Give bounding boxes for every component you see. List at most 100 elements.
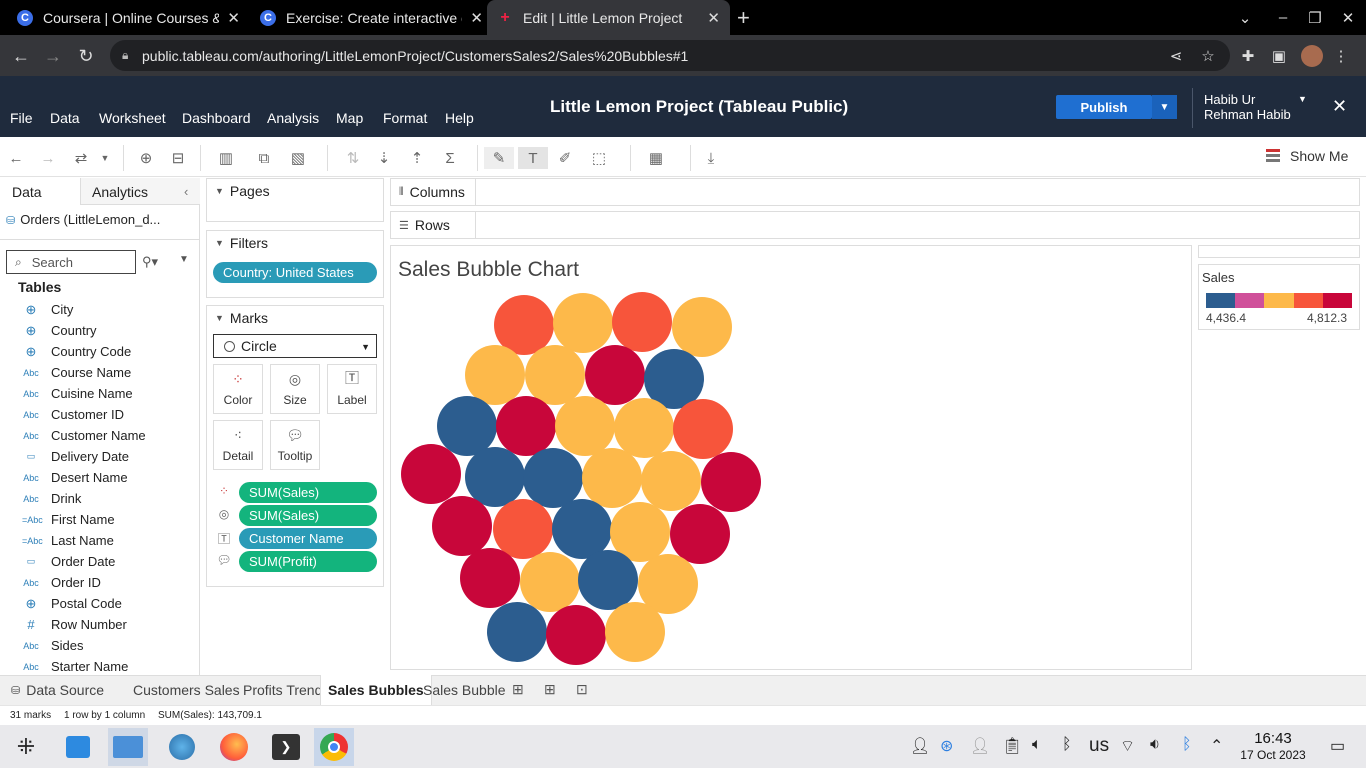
wifi-icon[interactable]: ⌔ [1120, 736, 1135, 756]
bubble-chart[interactable] [390, 280, 770, 670]
tab-analytics[interactable]: Analytics [92, 184, 148, 200]
tab-search-icon[interactable]: ⌄ [1227, 0, 1263, 35]
undo-icon[interactable]: ← [5, 147, 27, 169]
bubble-mark[interactable] [465, 345, 525, 405]
menu-map[interactable]: Map [336, 110, 363, 126]
browser-globe-icon[interactable] [162, 728, 202, 766]
field-item[interactable]: ▭ Delivery Date [0, 446, 200, 467]
menu-dashboard[interactable]: Dashboard [182, 110, 251, 126]
close-tab-icon[interactable]: ✕ [227, 9, 240, 27]
show-me-button[interactable]: Show Me [1266, 148, 1348, 164]
tab-data[interactable]: Data [12, 184, 42, 200]
show-desktop-icon[interactable]: ▭ [1330, 736, 1345, 756]
new-tab-icon[interactable]: + [737, 5, 750, 31]
bubble-mark[interactable] [641, 451, 701, 511]
app-launcher-icon[interactable]: ⁜ [6, 728, 46, 766]
bluetooth-icon[interactable]: ᛒ [1062, 736, 1072, 754]
bubble-mark[interactable] [701, 452, 761, 512]
user-name[interactable]: Habib Ur Rehman Habib [1204, 92, 1299, 122]
field-item[interactable]: Abc Customer Name [0, 425, 200, 446]
color-button[interactable]: ⁘ Color [213, 364, 263, 414]
new-worksheet-icon[interactable]: ▥ [215, 147, 237, 169]
close-tab-icon[interactable]: ✕ [707, 9, 720, 27]
detail-button[interactable]: ⁖ Detail [213, 420, 263, 470]
clock[interactable]: 16:43 17 Oct 2023 [1238, 731, 1308, 763]
redo-icon[interactable]: → [37, 147, 59, 169]
highlight-icon[interactable]: ✎ [484, 147, 514, 169]
field-item[interactable]: Abc Cuisine Name [0, 383, 200, 404]
bubble-mark[interactable] [494, 295, 554, 355]
sort-ascending-icon[interactable]: ⇣ [373, 147, 395, 169]
minimize-icon[interactable]: – [1265, 0, 1301, 35]
bubble-mark[interactable] [493, 499, 553, 559]
bubble-mark[interactable] [437, 396, 497, 456]
field-item[interactable]: =Abc First Name [0, 509, 200, 530]
bubble-mark[interactable] [582, 448, 642, 508]
user-dropdown-icon[interactable]: ▼ [1298, 94, 1307, 104]
size-button[interactable]: ◎ Size [270, 364, 320, 414]
show-labels-icon[interactable]: T [518, 147, 548, 169]
people-icon[interactable]: 👤︎ [970, 736, 990, 756]
bookmark-star-icon[interactable]: ☆ [1197, 45, 1219, 67]
swap-rows-columns-icon[interactable]: ⇅ [342, 147, 364, 169]
filter-pill-country[interactable]: Country: United States [213, 262, 377, 283]
mark-pill-tooltip-profit[interactable]: SUM(Profit) [239, 551, 377, 572]
close-window-icon[interactable]: ✕ [1330, 0, 1366, 35]
tooltip-button[interactable]: 💬︎ Tooltip [270, 420, 320, 470]
replay-icon[interactable]: ⇄ [70, 147, 92, 169]
menu-worksheet[interactable]: Worksheet [99, 110, 166, 126]
terminal-icon[interactable]: ❯ [266, 728, 306, 766]
chrome-icon[interactable] [314, 728, 354, 766]
bubble-mark[interactable] [487, 602, 547, 662]
publish-button[interactable]: Publish [1056, 95, 1152, 119]
field-item[interactable]: Abc Desert Name [0, 467, 200, 488]
bubble-mark[interactable] [614, 398, 674, 458]
sheet-tab-sales-bubbles[interactable]: Sales Bubbles [320, 675, 432, 705]
bubble-mark[interactable] [460, 548, 520, 608]
rows-shelf[interactable]: ☰ Rows [390, 211, 1360, 239]
bluetooth-icon[interactable]: ᛒ [1182, 736, 1192, 754]
field-item[interactable]: ⊕ Country Code [0, 341, 200, 362]
filter-fields-icon[interactable]: ⚲▾ [142, 254, 158, 270]
search-field[interactable]: ⌕ Search [6, 250, 136, 274]
label-button[interactable]: 🅃︎ Label [327, 364, 377, 414]
new-worksheet-icon[interactable]: ⊞ [512, 681, 524, 698]
collapse-pane-icon[interactable]: ‹ [184, 184, 188, 199]
accessibility-icon[interactable]: ⊛ [940, 736, 953, 756]
field-item[interactable]: =Abc Last Name [0, 530, 200, 551]
bubble-mark[interactable] [672, 297, 732, 357]
bubble-mark[interactable] [465, 447, 525, 507]
field-item[interactable]: ⊕ Country [0, 320, 200, 341]
bubble-mark[interactable] [585, 345, 645, 405]
bubble-mark[interactable] [523, 448, 583, 508]
field-item[interactable]: Abc Order ID [0, 572, 200, 593]
user-tray-icon[interactable]: 👤︎ [910, 736, 930, 756]
replay-dropdown-icon[interactable]: ▼ [94, 147, 116, 169]
menu-analysis[interactable]: Analysis [267, 110, 319, 126]
keyboard-layout[interactable]: us [1089, 735, 1109, 757]
mark-pill-size-sales[interactable]: SUM(Sales) [239, 505, 377, 526]
bubble-mark[interactable] [670, 504, 730, 564]
bubble-mark[interactable] [432, 496, 492, 556]
download-icon[interactable]: ⤓ [700, 147, 722, 169]
bubble-mark[interactable] [496, 396, 556, 456]
mark-pill-label-customer[interactable]: Customer Name [239, 528, 377, 549]
bubble-mark[interactable] [555, 396, 615, 456]
menu-format[interactable]: Format [383, 110, 427, 126]
reload-icon[interactable]: ↻ [73, 43, 99, 69]
bubble-mark[interactable] [605, 602, 665, 662]
bubble-mark[interactable] [401, 444, 461, 504]
bubble-mark[interactable] [546, 605, 606, 665]
sort-descending-icon[interactable]: ⇡ [406, 147, 428, 169]
sheet-tab-profits-trend[interactable]: Profits Trend [236, 675, 329, 705]
volume-icon[interactable]: 🔈︎ [1032, 736, 1042, 754]
browser-tab-coursera[interactable]: C Coursera | Online Courses & ✕ [7, 0, 250, 35]
bubble-mark[interactable] [520, 552, 580, 612]
browser-tab-tableau[interactable]: + Edit | Little Lemon Project ✕ [487, 0, 730, 35]
field-item[interactable]: # Row Number [0, 614, 200, 635]
clear-sheet-icon[interactable]: ▧ [287, 147, 309, 169]
duplicate-sheet-icon[interactable]: ⧉ [253, 147, 275, 169]
columns-shelf[interactable]: ⫴ Columns [390, 178, 1360, 206]
fit-icon[interactable]: ⬚ [588, 147, 610, 169]
new-datasource-icon[interactable]: ⊕ [135, 147, 157, 169]
